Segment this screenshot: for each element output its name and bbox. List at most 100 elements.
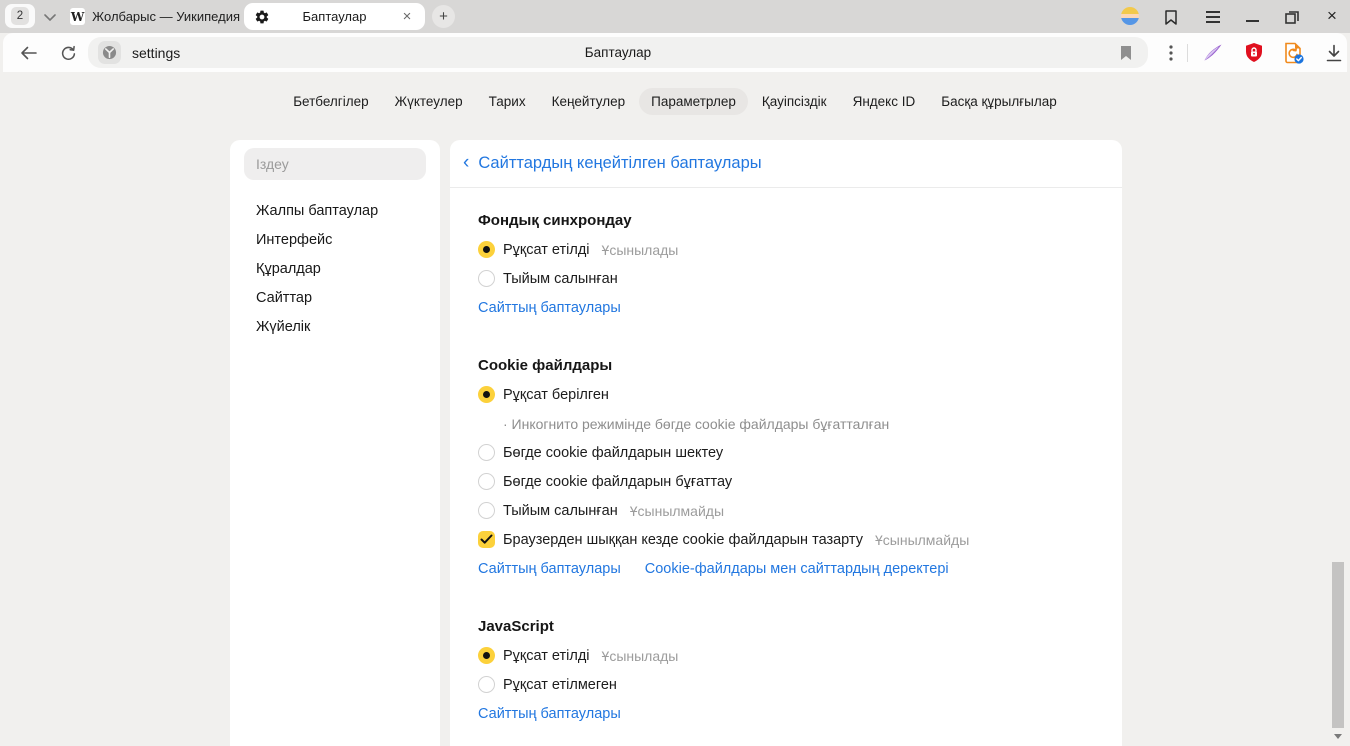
tab-settings[interactable]: Баптаулар ×: [244, 3, 425, 30]
nav-extensions[interactable]: Кеңейтулер: [540, 88, 638, 115]
section-gap: [478, 583, 1098, 612]
feather-extension-icon[interactable]: [1200, 40, 1226, 66]
sidebar-item-sites[interactable]: Сайттар: [230, 283, 440, 312]
option-note-row: · Инкогнито режимінде бөгде cookie файлд…: [478, 409, 1098, 438]
tab-count: 2: [11, 7, 29, 25]
radio-unchecked-icon[interactable]: [478, 270, 495, 287]
radio-option[interactable]: Рұқсат етілді Ұсынылады: [478, 641, 1098, 670]
radio-option[interactable]: Рұқсат етілмеген: [478, 670, 1098, 699]
radio-option[interactable]: Тыйым салынған: [478, 264, 1098, 293]
option-label: Тыйым салынған: [503, 271, 618, 287]
url-text: settings: [132, 45, 180, 61]
radio-option[interactable]: Рұқсат берілген: [478, 380, 1098, 409]
nav-history[interactable]: Тарих: [477, 88, 538, 115]
section-title: JavaScript: [478, 618, 554, 635]
option-hint: Ұсынылады: [602, 648, 679, 664]
links-row: Сайттың баптаулары Cookie-файлдары мен с…: [478, 554, 1098, 583]
tab-counter-button[interactable]: 2: [5, 4, 35, 28]
downloads-icon[interactable]: [1321, 40, 1347, 66]
checkbox-checked-icon[interactable]: [478, 531, 495, 548]
link-site-settings[interactable]: Сайттың баптаулары: [478, 706, 621, 722]
sidebar-list: Жалпы баптаулар Интерфейс Құралдар Сайтт…: [230, 196, 440, 341]
settings-sidebar: Жалпы баптаулар Интерфейс Құралдар Сайтт…: [230, 140, 440, 746]
settings-content: ‹ Сайттардың кеңейтілген баптаулары Фонд…: [450, 140, 1122, 746]
option-label: Тыйым салынған: [503, 503, 618, 519]
radio-option[interactable]: Тыйым салынған Ұсынылмайды: [478, 496, 1098, 525]
wikipedia-favicon-icon: W: [70, 8, 85, 25]
back-chevron-icon: ‹: [463, 153, 469, 174]
close-window-button[interactable]: ×: [1320, 4, 1344, 28]
overflow-menu-icon[interactable]: [1158, 40, 1184, 66]
links-row: Сайттың баптаулары: [478, 293, 1098, 322]
section-title-row: Фондық синхрондау: [478, 206, 1098, 235]
settings-nav: Бетбелгілер Жүктеулер Тарих Кеңейтулер П…: [0, 88, 1350, 115]
option-label: Рұқсат етілмеген: [503, 677, 617, 693]
radio-checked-icon[interactable]: [478, 647, 495, 664]
radio-checked-icon[interactable]: [478, 241, 495, 258]
section-title-row: Cookie файлдары: [478, 351, 1098, 380]
radio-unchecked-icon[interactable]: [478, 502, 495, 519]
restore-window-button[interactable]: [1281, 6, 1303, 28]
page-title: Баптаулар: [88, 45, 1148, 60]
tab-wikipedia[interactable]: W Жолбарыс — Уикипедия: [70, 4, 240, 29]
nav-other-devices[interactable]: Басқа құрылғылар: [929, 88, 1069, 115]
adblock-shield-icon[interactable]: [1241, 40, 1267, 66]
checkbox-option[interactable]: Браузерден шыққан кезде cookie файлдарын…: [478, 525, 1098, 554]
sync-document-icon[interactable]: [1281, 40, 1307, 66]
page-heading: Сайттардың кеңейтілген баптаулары: [478, 154, 761, 173]
reload-button[interactable]: [55, 40, 81, 66]
option-hint: Ұсынылмайды: [875, 532, 969, 548]
nav-security[interactable]: Қауіпсіздік: [750, 88, 839, 115]
section-gap: [478, 322, 1098, 351]
sidebar-item-interface[interactable]: Интерфейс: [230, 225, 440, 254]
search-input[interactable]: [244, 148, 426, 180]
back-header[interactable]: ‹ Сайттардың кеңейтілген баптаулары: [450, 140, 1122, 188]
tabs-panel-icon[interactable]: [1160, 6, 1182, 28]
link-site-settings[interactable]: Сайттың баптаулары: [478, 561, 621, 577]
option-label: Рұқсат етілді: [503, 242, 590, 258]
radio-unchecked-icon[interactable]: [478, 473, 495, 490]
tab-close-icon[interactable]: ×: [399, 9, 415, 24]
toolbar-divider: [1187, 44, 1188, 62]
section-title-row: JavaScript: [478, 612, 1098, 641]
sidebar-item-general[interactable]: Жалпы баптаулар: [230, 196, 440, 225]
option-label: Рұқсат етілді: [503, 648, 590, 664]
option-note: · Инкогнито режимінде бөгде cookie файлд…: [478, 416, 889, 432]
nav-downloads[interactable]: Жүктеулер: [383, 88, 475, 115]
radio-option[interactable]: Бөгде cookie файлдарын бұғаттау: [478, 467, 1098, 496]
minimize-button[interactable]: [1242, 6, 1264, 28]
tab-title: Жолбарыс — Уикипедия: [92, 9, 240, 24]
option-hint: Ұсынылады: [602, 242, 679, 258]
option-label: Рұқсат берілген: [503, 387, 609, 403]
nav-bookmarks[interactable]: Бетбелгілер: [281, 88, 380, 115]
address-bar[interactable]: settings Баптаулар: [88, 37, 1148, 68]
bookmark-icon[interactable]: [1115, 42, 1136, 63]
user-avatar[interactable]: [1121, 7, 1139, 25]
panel-body: Фондық синхрондау Рұқсат етілді Ұсынылад…: [450, 188, 1122, 728]
radio-checked-icon[interactable]: [478, 386, 495, 403]
radio-option[interactable]: Бөгде cookie файлдарын шектеу: [478, 438, 1098, 467]
protect-badge-icon[interactable]: [98, 41, 121, 64]
menu-icon[interactable]: [1202, 6, 1224, 28]
links-row: Сайттың баптаулары: [478, 699, 1098, 728]
back-button[interactable]: [15, 40, 41, 66]
nav-yandex-id[interactable]: Яндекс ID: [841, 88, 928, 115]
nav-settings[interactable]: Параметрлер: [639, 88, 748, 115]
option-label: Бөгде cookie файлдарын шектеу: [503, 445, 723, 461]
radio-unchecked-icon[interactable]: [478, 444, 495, 461]
sidebar-item-tools[interactable]: Құралдар: [230, 254, 440, 283]
sidebar-item-system[interactable]: Жүйелік: [230, 312, 440, 341]
link-site-settings[interactable]: Сайттың баптаулары: [478, 300, 621, 316]
tab-strip: 2 W Жолбарыс — Уикипедия Баптаулар × + ×: [0, 0, 1350, 33]
browser-toolbar: settings Баптаулар: [3, 33, 1347, 72]
scrollbar-thumb[interactable]: [1332, 562, 1344, 728]
option-label: Бөгде cookie файлдарын бұғаттау: [503, 474, 732, 490]
link-cookie-data[interactable]: Cookie-файлдары мен сайттардың деректері: [645, 561, 949, 577]
new-tab-button[interactable]: +: [432, 5, 455, 28]
radio-unchecked-icon[interactable]: [478, 676, 495, 693]
radio-option[interactable]: Рұқсат етілді Ұсынылады: [478, 235, 1098, 264]
tab-title: Баптаулар: [270, 9, 399, 24]
scrollbar-down-arrow[interactable]: [1334, 734, 1342, 739]
section-title: Cookie файлдары: [478, 357, 612, 374]
tabs-dropdown-chevron-icon[interactable]: [40, 7, 60, 27]
